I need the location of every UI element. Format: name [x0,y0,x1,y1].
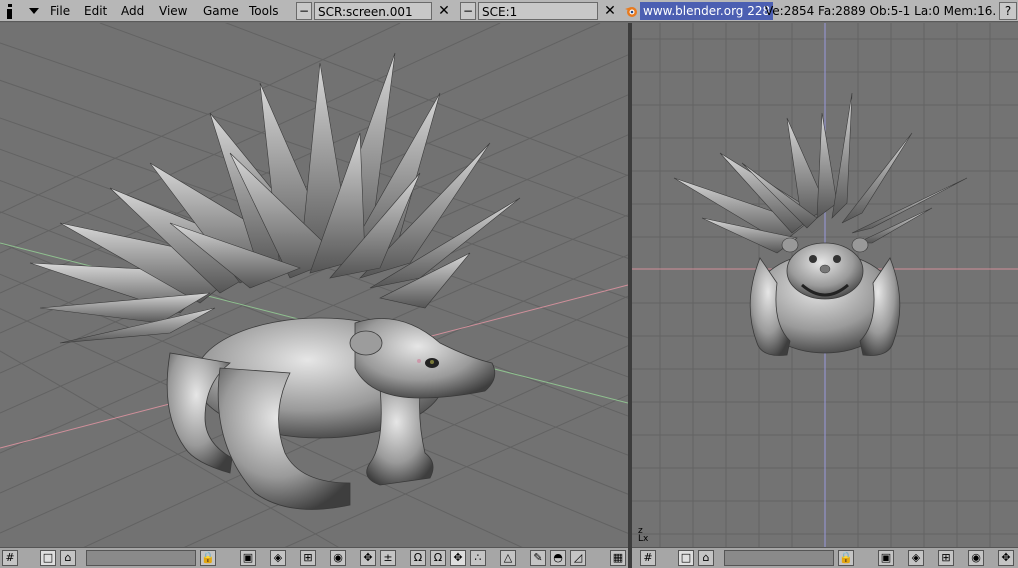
porcupine-quills [29,52,521,344]
grid-icon[interactable]: # [2,550,18,566]
viewport-header-right: # □ ⌂ 🔒 ▣ ◈ ⊞ ◉ ✥ [632,547,1018,568]
draw-type-icon-right[interactable]: ◈ [908,550,924,566]
help-button[interactable]: ? [999,2,1017,20]
home-icon-right[interactable]: ⌂ [698,550,714,566]
pivot-icon[interactable]: ⊞ [300,550,316,566]
menu-tools[interactable]: Tools [249,0,279,22]
screen-browse-button[interactable]: − [296,2,312,20]
layer-buttons-right[interactable] [724,550,834,566]
menu-view[interactable]: View [159,0,187,22]
front-quills [673,92,968,254]
menu-edit[interactable]: Edit [84,0,107,22]
screen-delete-button[interactable]: ✕ [436,2,452,20]
scene-browse-button[interactable]: − [460,2,476,20]
object-mode-icon-right[interactable]: ▣ [878,550,894,566]
scene-name-field[interactable]: SCE:1 [478,2,598,20]
draw-type-icon[interactable]: ◈ [270,550,286,566]
viewport-front[interactable] [632,23,1018,547]
lock-icon[interactable]: 🔒 [200,550,216,566]
translate-icon[interactable]: ✥ [360,550,376,566]
menu-file[interactable]: File [50,0,70,22]
pen-icon[interactable]: ✎ [530,550,546,566]
snap-icon[interactable]: ✥ [450,550,466,566]
floor-grid [0,23,628,547]
scene-stats: Ve:2854 Fa:2889 Ob:5-1 La:0 Mem:16. [765,4,997,18]
blender-version-link[interactable]: www.blender.org 228 [640,2,774,20]
info-icon[interactable] [2,0,18,22]
home-icon[interactable]: ⌂ [60,550,76,566]
translate-icon-right[interactable]: ✥ [998,550,1014,566]
paint-icon[interactable]: ◿ [570,550,586,566]
rotate-icon[interactable]: ∴ [470,550,486,566]
render-icon[interactable]: ▦ [610,550,626,566]
manipulator-icon-right[interactable]: ◉ [968,550,984,566]
front-scene [632,23,1018,547]
viewport-perspective[interactable] [0,23,628,547]
axis-orientation-label: z Lx [638,526,649,544]
magnet-icon[interactable]: Ω [410,550,426,566]
perspective-scene [0,23,628,547]
manipulator-icon[interactable]: ◉ [330,550,346,566]
info-header: File Edit Add View Game Tools − SCR:scre… [0,0,1018,22]
layer-buttons[interactable] [86,550,196,566]
menu-game[interactable]: Game [203,0,239,22]
menu-add[interactable]: Add [121,0,144,22]
lock-icon-right[interactable]: 🔒 [838,550,854,566]
sculpt-icon[interactable]: ◓ [550,550,566,566]
viewport-header-left: # □ ⌂ 🔒 ▣ ◈ ⊞ ◉ ✥ ± Ω Ω ✥ ∴ △ ✎ ◓ ◿ ▦ [0,547,628,568]
object-mode-icon[interactable]: ▣ [240,550,256,566]
front-body [749,237,901,356]
view-menu-button-right[interactable]: □ [678,550,694,566]
menu-collapse-icon[interactable] [26,0,42,22]
align-icon[interactable]: ± [380,550,396,566]
view-menu-button[interactable]: □ [40,550,56,566]
pivot-icon-right[interactable]: ⊞ [938,550,954,566]
scene-delete-button[interactable]: ✕ [602,2,618,20]
proportional-icon[interactable]: Ω [430,550,446,566]
axis-orientation-text: z Lx [638,526,649,544]
blender-logo-icon [622,0,640,22]
screen-name-field[interactable]: SCR:screen.001 [314,2,432,20]
grid-icon-right[interactable]: # [640,550,656,566]
mesh-select-icon[interactable]: △ [500,550,516,566]
